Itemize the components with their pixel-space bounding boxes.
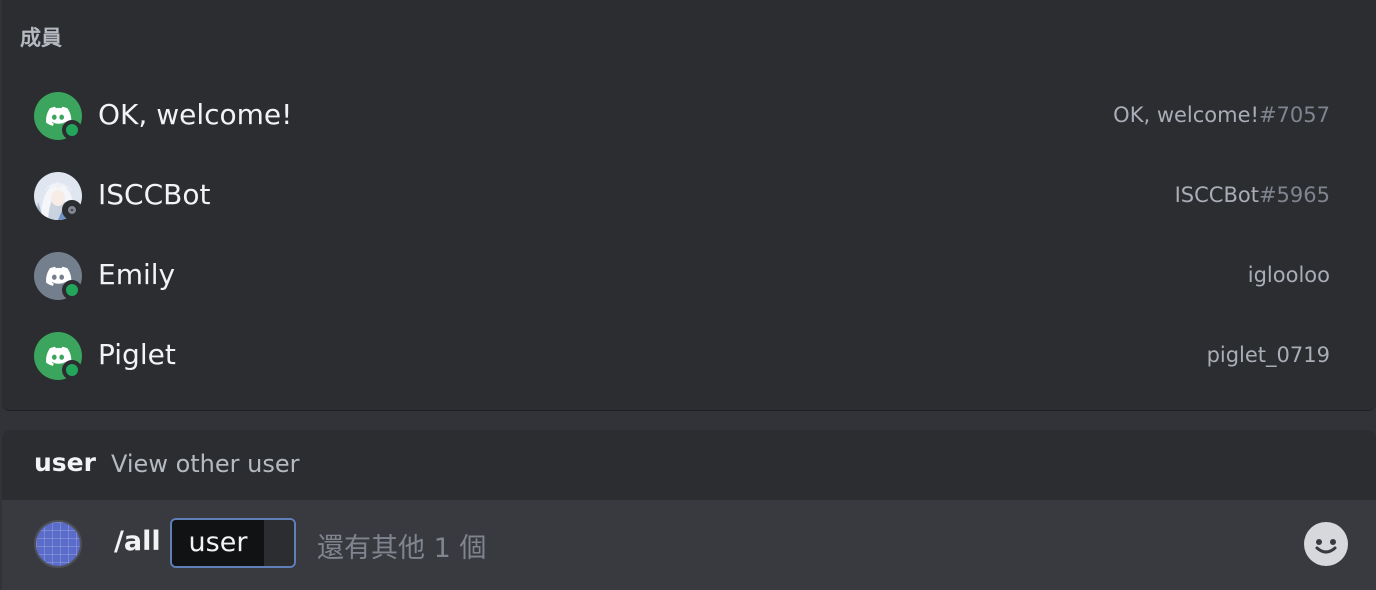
member-row-isccbot[interactable]: ISCCBot ISCCBot#5965: [2, 157, 1376, 237]
member-tag: iglooloo: [1247, 263, 1330, 287]
member-row-emily[interactable]: Emily iglooloo: [2, 237, 1376, 317]
members-panel: 成員 OK, welcome! OK, welcome!#7057 ISCCBo…: [2, 0, 1376, 411]
member-tag: ISCCBot#5965: [1174, 183, 1330, 207]
member-row-piglet[interactable]: Piglet piglet_0719: [2, 317, 1376, 397]
status-online-icon: [62, 360, 82, 380]
parameter-value-input[interactable]: [264, 520, 294, 566]
option-name: user: [34, 448, 96, 477]
command-option-row[interactable]: user View other user: [2, 430, 1376, 500]
parameter-label: user: [172, 520, 264, 566]
slash-command: /all: [114, 526, 161, 557]
avatar: [34, 172, 82, 220]
app-icon[interactable]: [34, 520, 82, 568]
avatar: [34, 252, 82, 300]
command-parameter-field[interactable]: user: [170, 518, 296, 568]
option-description: View other user: [111, 450, 300, 478]
member-name: Piglet: [98, 338, 176, 371]
member-name: ISCCBot: [98, 178, 211, 211]
avatar: [34, 332, 82, 380]
emoji-button[interactable]: [1304, 522, 1348, 566]
members-header: 成員: [20, 26, 62, 50]
more-options-hint: 還有其他 1 個: [317, 533, 487, 564]
member-tag: OK, welcome!#7057: [1113, 103, 1330, 127]
status-online-icon: [62, 120, 82, 140]
member-name: Emily: [98, 258, 176, 291]
chat-input-bar: /all user 還有其他 1 個: [2, 500, 1376, 590]
status-online-icon: [62, 280, 82, 300]
status-offline-icon: [62, 200, 82, 220]
member-name: OK, welcome!: [98, 98, 293, 131]
avatar: [34, 92, 82, 140]
member-tag: piglet_0719: [1206, 343, 1330, 367]
member-row-ok-welcome[interactable]: OK, welcome! OK, welcome!#7057: [2, 77, 1376, 157]
smiley-face-icon: [1304, 522, 1348, 566]
